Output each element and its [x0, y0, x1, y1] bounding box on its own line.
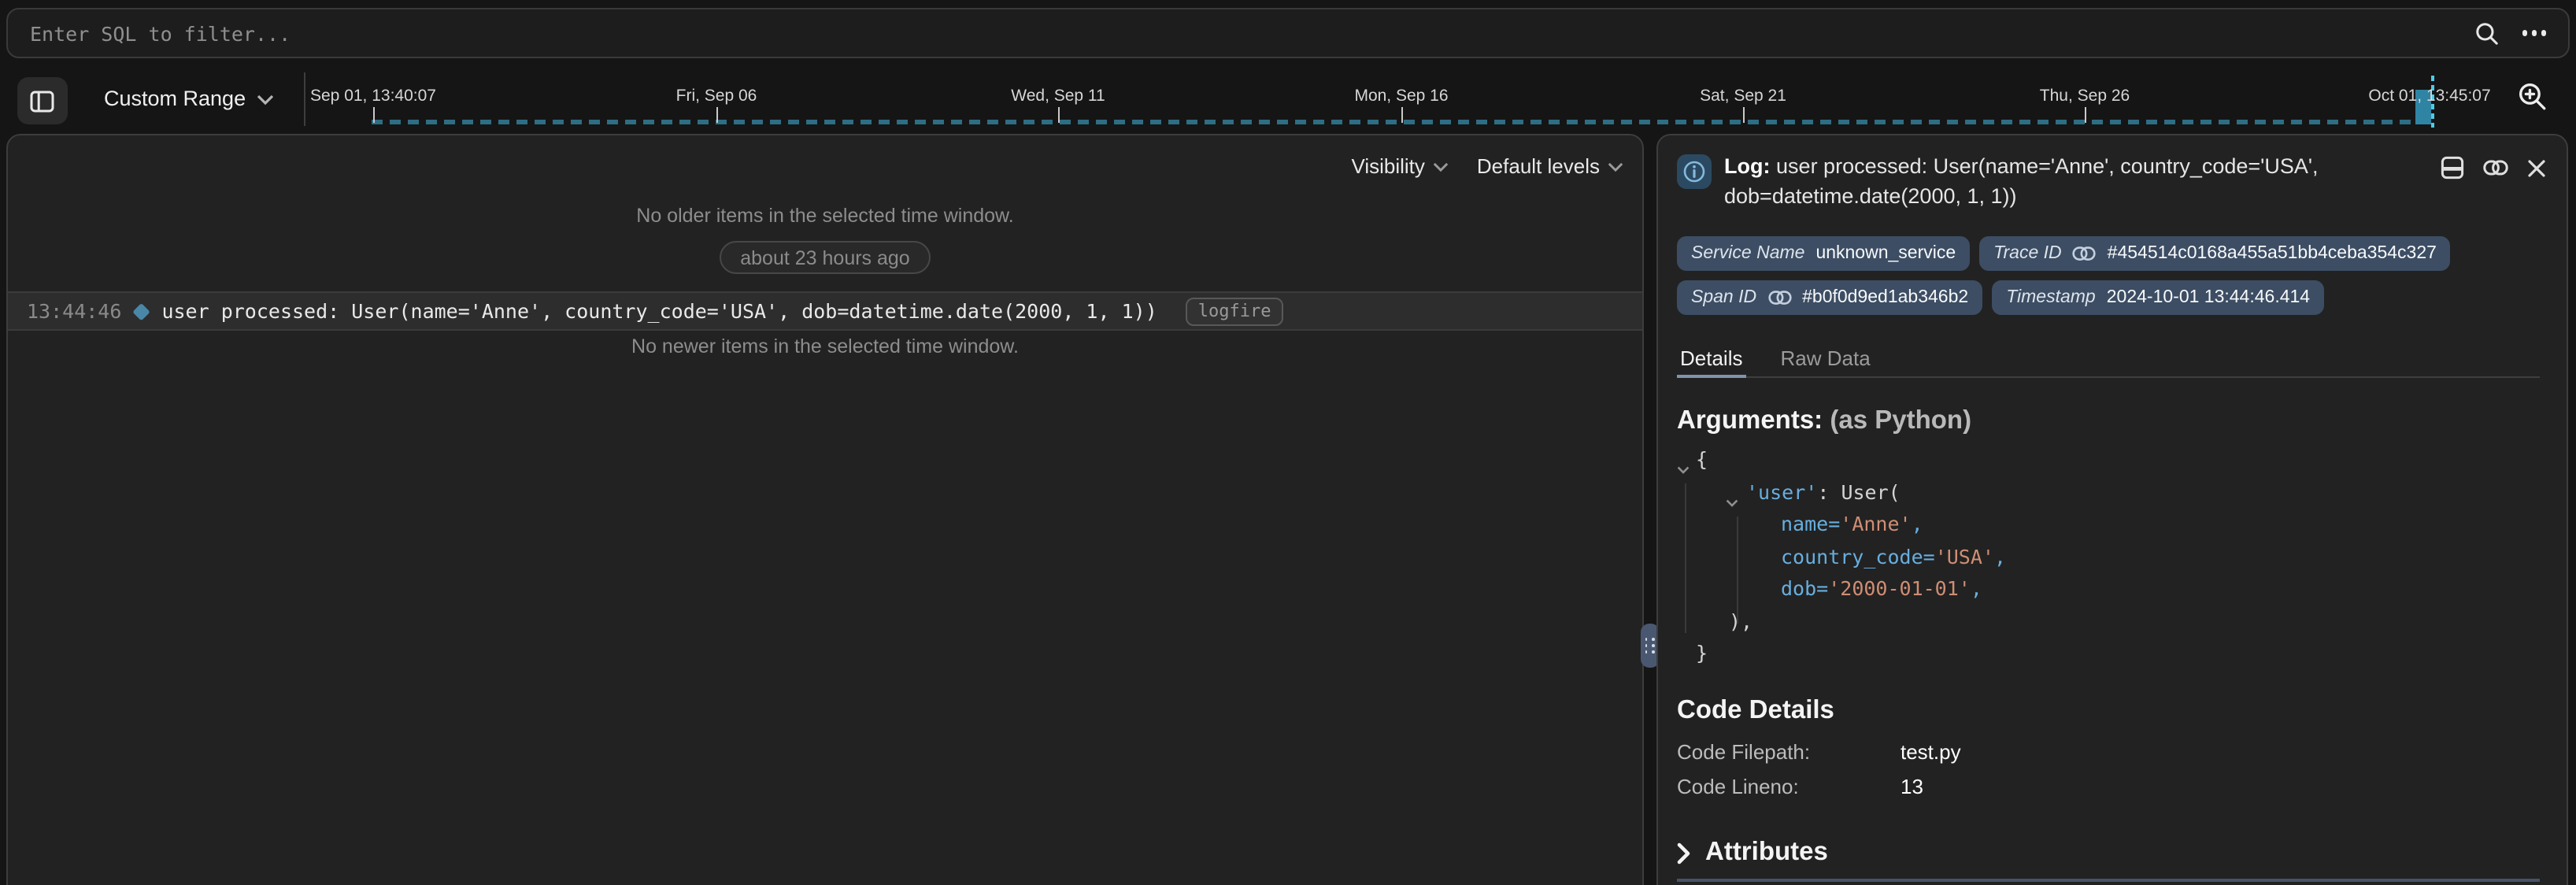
code-detail-value: 13 — [1901, 775, 1923, 798]
detail-tabs: Details Raw Data — [1677, 340, 2540, 378]
timeline-tick-mark — [2085, 107, 2086, 123]
badge-value: #b0f0d9ed1ab346b2 — [1802, 288, 1968, 307]
detail-message: user processed: User(name='Anne', countr… — [1724, 154, 2319, 208]
python-args-line: { — [1677, 444, 2496, 476]
detail-title: Log: user processed: User(name='Anne', c… — [1724, 151, 2360, 211]
python-args-line: name='Anne', — [1677, 509, 2496, 541]
code-detail-label: Code Lineno: — [1677, 770, 1901, 805]
code-detail-value: test.py — [1901, 740, 1961, 764]
timeline-tick-label: Thu, Sep 26 — [2040, 87, 2130, 106]
arguments-subheading: (as Python) — [1830, 406, 1971, 435]
badge-label: Span ID — [1691, 288, 1756, 307]
visibility-menu[interactable]: Visibility — [1351, 154, 1448, 178]
python-arguments-tree: {'user': User(name='Anne',country_code='… — [1677, 444, 2496, 670]
python-args-line: ), — [1677, 605, 2496, 638]
chevron-down-icon — [1433, 162, 1449, 172]
badge-timestamp[interactable]: Timestamp 2024-10-01 13:44:46.414 — [1992, 280, 2324, 315]
timeline-bar: Custom Range Sep 01, 13:40:07Fri, Sep 06… — [0, 63, 2576, 134]
more-options-icon[interactable] — [2522, 31, 2546, 36]
attributes-heading: Attributes — [1705, 838, 1828, 868]
python-args-line: dob='2000-01-01', — [1677, 573, 2496, 605]
python-args-line: 'user': User( — [1677, 476, 2496, 509]
info-icon — [1677, 154, 1712, 189]
default-levels-label: Default levels — [1477, 154, 1600, 178]
timeline-activity-dashes — [372, 120, 2419, 124]
badge-value: unknown_service — [1815, 244, 1956, 263]
link-icon — [1767, 290, 1791, 305]
link-icon — [2073, 246, 2097, 261]
timeline-histogram[interactable]: Sep 01, 13:40:07 Fri, Sep 06 Wed, Sep 11 Mo… — [0, 63, 2504, 134]
grip-dots-icon — [1645, 637, 1654, 654]
timeline-tick-label: Oct 01, 13:45:07 — [2368, 87, 2490, 106]
badge-value: #454514c0168a455a51bb4ceba354c327 — [2108, 244, 2437, 263]
sql-filter-bar — [6, 8, 2570, 58]
badge-label: Trace ID — [1993, 244, 2062, 263]
dock-panel-icon[interactable] — [2441, 156, 2464, 180]
no-older-items-text: No older items in the selected time wind… — [8, 205, 1642, 227]
logfire-live-view: Custom Range Sep 01, 13:40:07Fri, Sep 06… — [0, 0, 2576, 885]
log-tag-badge[interactable]: logfire — [1186, 297, 1284, 325]
tab-raw-data[interactable]: Raw Data — [1778, 340, 1874, 376]
timeline-tick-label: Mon, Sep 16 — [1354, 87, 1448, 106]
log-message: user processed: User(name='Anne', countr… — [161, 299, 1157, 323]
log-detail-panel: Log: user processed: User(name='Anne', c… — [1656, 134, 2568, 885]
timeline-tick-mark — [1401, 107, 1403, 123]
timeline-tick-label: Wed, Sep 11 — [1011, 87, 1105, 106]
section-divider — [1677, 879, 2540, 881]
detail-kind-label: Log: — [1724, 154, 1771, 178]
timeline-tick-mark — [1058, 107, 1060, 123]
time-ago-badge[interactable]: about 23 hours ago — [720, 241, 930, 274]
code-detail-label: Code Filepath: — [1677, 735, 1901, 770]
code-details-rows: Code Filepath:test.pyCode Lineno:13 — [1677, 735, 1961, 805]
default-levels-menu[interactable]: Default levels — [1477, 154, 1623, 178]
python-args-line: } — [1677, 638, 2496, 670]
timeline-tick-mark — [716, 107, 718, 123]
log-list-panel: Visibility Default levels No older items… — [6, 134, 1644, 885]
metadata-badges: Service Name unknown_service Trace ID #4545… — [1677, 236, 2540, 315]
visibility-menu-label: Visibility — [1351, 154, 1424, 178]
timeline-tick-label: Fri, Sep 06 — [676, 87, 757, 106]
code-detail-row: Code Filepath:test.py — [1677, 735, 1961, 770]
chevron-down-icon — [1608, 162, 1623, 172]
badge-label: Timestamp — [2006, 288, 2096, 307]
zoom-in-icon — [2515, 80, 2548, 113]
log-row[interactable]: 13:44:46 user processed: User(name='Anne… — [8, 291, 1642, 331]
code-detail-row: Code Lineno:13 — [1677, 770, 1961, 805]
badge-span-id[interactable]: Span ID #b0f0d9ed1ab346b2 — [1677, 280, 1982, 315]
sql-filter-input[interactable] — [8, 9, 2473, 57]
attributes-section-toggle[interactable]: Attributes — [1677, 838, 1828, 868]
chevron-right-icon — [1677, 842, 1691, 864]
search-icon[interactable] — [2473, 20, 2500, 46]
timeline-tick-mark — [1743, 107, 1745, 123]
log-timestamp: 13:44:46 — [27, 299, 121, 323]
arguments-heading: Arguments: (as Python) — [1677, 406, 1971, 436]
copy-link-icon[interactable] — [2483, 159, 2508, 176]
close-icon[interactable] — [2527, 158, 2546, 177]
timeline-tick-label: Sat, Sep 21 — [1700, 87, 1786, 106]
no-newer-items-text: No newer items in the selected time wind… — [8, 335, 1642, 357]
code-details-heading: Code Details — [1677, 696, 1834, 726]
badge-label: Service Name — [1691, 244, 1804, 263]
badge-trace-id[interactable]: Trace ID #454514c0168a455a51bb4ceba354c32… — [1979, 236, 2451, 271]
timeline-tick-label: Sep 01, 13:40:07 — [310, 87, 436, 106]
timeline-tick-mark — [373, 107, 375, 123]
python-args-line: country_code='USA', — [1677, 541, 2496, 573]
zoom-in-button[interactable] — [2513, 80, 2551, 118]
badge-service-name[interactable]: Service Name unknown_service — [1677, 236, 1970, 271]
log-level-diamond-icon — [133, 302, 150, 319]
tab-details[interactable]: Details — [1677, 340, 1746, 378]
badge-value: 2024-10-01 13:44:46.414 — [2107, 288, 2310, 307]
